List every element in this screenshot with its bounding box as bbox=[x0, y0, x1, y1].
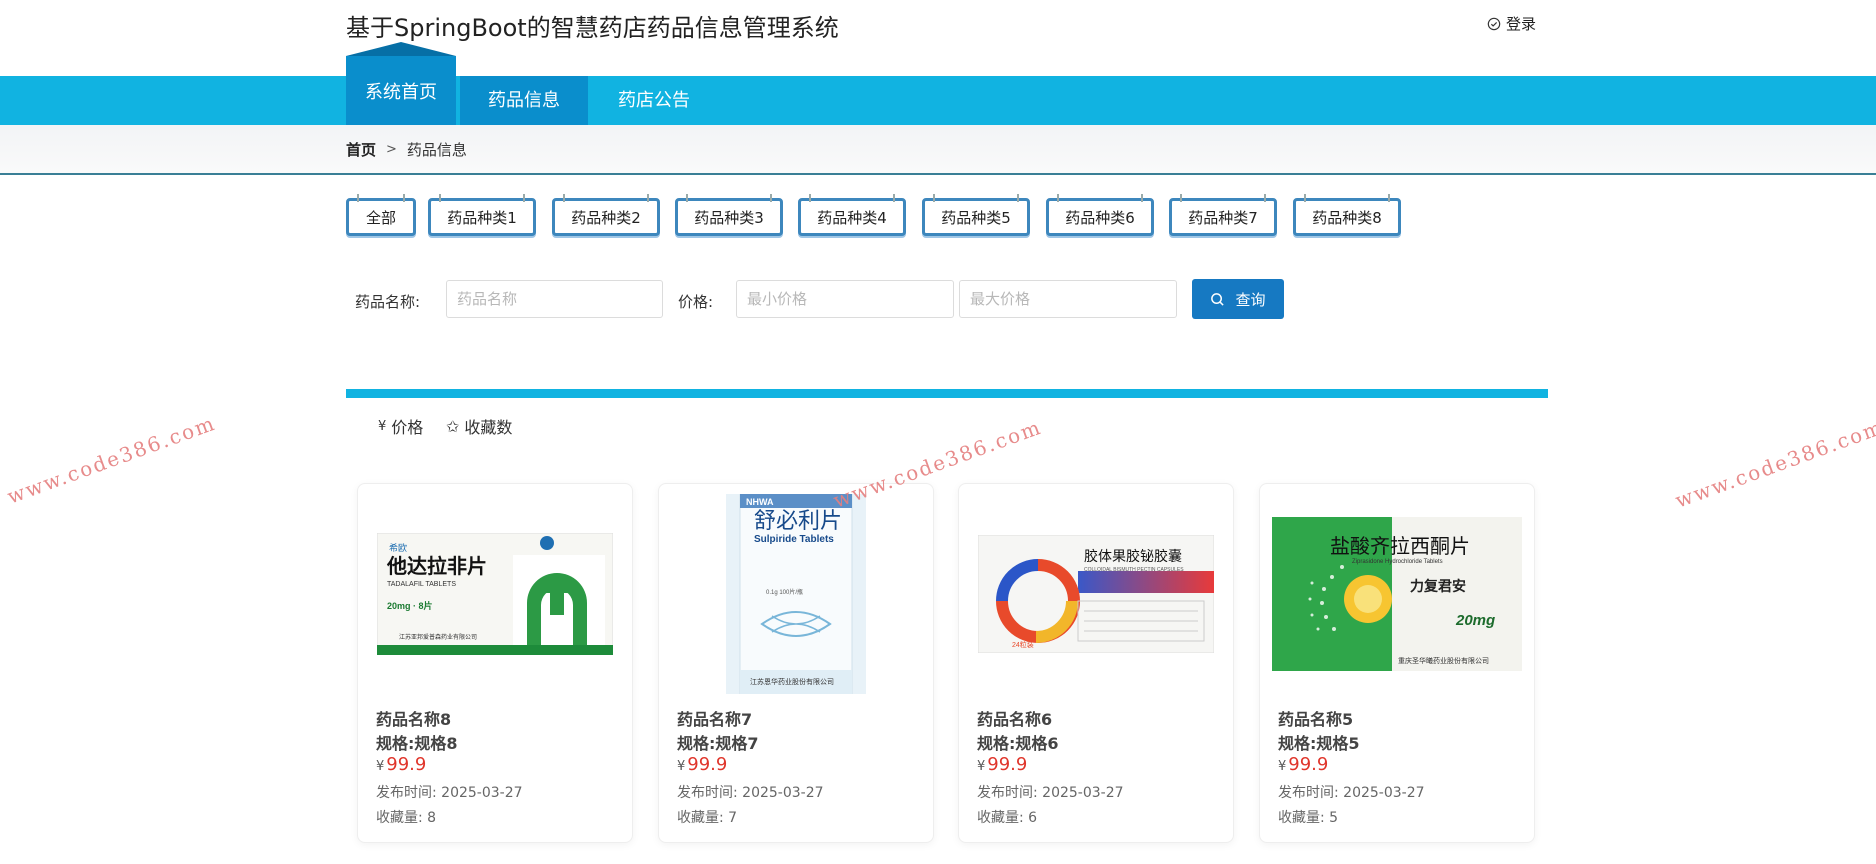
pack-title: 舒必利片 bbox=[754, 508, 842, 533]
breadcrumb-home[interactable]: 首页 bbox=[346, 139, 376, 160]
pack-maker: 重庆圣华曦药业股份有限公司 bbox=[1398, 656, 1489, 665]
nav-drug-info[interactable]: 药品信息 bbox=[460, 76, 588, 125]
category-1[interactable]: 药品种类1 bbox=[428, 194, 536, 236]
watermark: www.code386.com bbox=[4, 410, 219, 509]
login-label: 登录 bbox=[1506, 15, 1537, 33]
pack-brand: NHWA bbox=[746, 497, 774, 507]
product-name: 药品名称5 bbox=[1278, 710, 1354, 729]
pack-dose: 20mg · 8片 bbox=[387, 600, 433, 611]
star-icon: ✩ bbox=[446, 416, 460, 436]
medicine-box-image: 盐酸齐拉西酮片 Ziprasidone Hydrochloride Tablet… bbox=[1272, 517, 1522, 671]
category-6[interactable]: 药品种类6 bbox=[1046, 194, 1154, 236]
price-value: 99.9 bbox=[1288, 754, 1329, 775]
medicine-bottle-image: NHWA 舒必利片 Sulpiride Tablets 0.1g 100片/瓶 … bbox=[726, 494, 866, 694]
category-8[interactable]: 药品种类8 bbox=[1293, 194, 1401, 236]
product-favorites: 收藏量: 6 bbox=[977, 810, 1038, 826]
price-value: 99.9 bbox=[987, 754, 1028, 775]
yen-icon: ¥ bbox=[378, 418, 387, 434]
product-name: 药品名称6 bbox=[977, 710, 1053, 729]
breadcrumb-separator: > bbox=[386, 142, 397, 157]
product-favorites: 收藏量: 7 bbox=[677, 810, 738, 826]
category-7[interactable]: 药品种类7 bbox=[1169, 194, 1277, 236]
currency-symbol: ¥ bbox=[677, 759, 686, 774]
product-price: ¥99.9 bbox=[977, 754, 1027, 775]
pack-brand: 希欧 bbox=[389, 542, 407, 553]
sort-price-label: 价格 bbox=[391, 418, 424, 437]
min-price-input[interactable] bbox=[736, 280, 954, 318]
product-card[interactable]: 胶体果胶铋胶囊 COLLOIDAL BISMUTH PECTIN CAPSULE… bbox=[958, 483, 1234, 843]
currency-symbol: ¥ bbox=[1278, 759, 1287, 774]
product-price: ¥99.9 bbox=[677, 754, 727, 775]
nav-home[interactable]: 系统首页 bbox=[346, 56, 456, 125]
pack-subtitle: Ziprasidone Hydrochloride Tablets bbox=[1352, 559, 1443, 565]
currency-symbol: ¥ bbox=[376, 759, 385, 774]
product-spec: 规格:规格6 bbox=[977, 734, 1059, 753]
login-link[interactable]: 登录 bbox=[1487, 13, 1536, 34]
price-value: 99.9 bbox=[386, 754, 427, 775]
pack-title: 他达拉非片 bbox=[386, 554, 487, 578]
pack-maker: 江苏恩华药业股份有限公司 bbox=[750, 677, 834, 686]
product-name: 药品名称8 bbox=[376, 710, 452, 729]
product-image: 希欧 他达拉非片 TADALAFIL TABLETS 20mg · 8片 江苏亚… bbox=[368, 494, 622, 694]
pack-subtitle: TADALAFIL TABLETS bbox=[387, 581, 456, 588]
pack-brand: 力复君安 bbox=[1410, 578, 1466, 594]
sort-fav-label: 收藏数 bbox=[464, 418, 513, 437]
product-image: NHWA 舒必利片 Sulpiride Tablets 0.1g 100片/瓶 … bbox=[669, 494, 923, 694]
product-date: 发布时间: 2025-03-27 bbox=[1278, 785, 1425, 801]
product-spec: 规格:规格7 bbox=[677, 734, 759, 753]
list-divider bbox=[346, 389, 1548, 398]
product-date: 发布时间: 2025-03-27 bbox=[677, 785, 824, 801]
medicine-box-image: 胶体果胶铋胶囊 COLLOIDAL BISMUTH PECTIN CAPSULE… bbox=[978, 535, 1214, 653]
price-value: 99.9 bbox=[687, 754, 728, 775]
pack-dose: 24粒装 bbox=[1012, 640, 1034, 649]
product-card[interactable]: 盐酸齐拉西酮片 Ziprasidone Hydrochloride Tablet… bbox=[1259, 483, 1535, 843]
product-spec: 规格:规格5 bbox=[1278, 734, 1360, 753]
product-date: 发布时间: 2025-03-27 bbox=[376, 785, 523, 801]
search-button[interactable]: 查询 bbox=[1192, 279, 1284, 319]
product-card[interactable]: NHWA 舒必利片 Sulpiride Tablets 0.1g 100片/瓶 … bbox=[658, 483, 934, 843]
product-price: ¥99.9 bbox=[376, 754, 426, 775]
sort-by-favorites[interactable]: ✩ 收藏数 bbox=[446, 414, 512, 438]
product-image: 胶体果胶铋胶囊 COLLOIDAL BISMUTH PECTIN CAPSULE… bbox=[969, 494, 1223, 694]
product-date: 发布时间: 2025-03-27 bbox=[977, 785, 1124, 801]
nav-notice[interactable]: 药店公告 bbox=[596, 76, 712, 125]
pack-title: 胶体果胶铋胶囊 bbox=[1084, 548, 1182, 564]
drug-name-input[interactable] bbox=[446, 280, 663, 318]
product-name: 药品名称7 bbox=[677, 710, 753, 729]
pack-title: 盐酸齐拉西酮片 bbox=[1330, 535, 1470, 558]
product-favorites: 收藏量: 8 bbox=[376, 810, 437, 826]
search-icon bbox=[1211, 292, 1225, 306]
check-circle-icon bbox=[1487, 17, 1501, 30]
category-3[interactable]: 药品种类3 bbox=[675, 194, 783, 236]
category-4[interactable]: 药品种类4 bbox=[798, 194, 906, 236]
category-all[interactable]: 全部 bbox=[346, 194, 416, 236]
category-2[interactable]: 药品种类2 bbox=[552, 194, 660, 236]
product-spec: 规格:规格8 bbox=[376, 734, 458, 753]
breadcrumb-current: 药品信息 bbox=[406, 141, 467, 159]
category-5[interactable]: 药品种类5 bbox=[922, 194, 1030, 236]
main-nav: 系统首页 药品信息 药店公告 bbox=[0, 56, 1876, 125]
product-card[interactable]: 希欧 他达拉非片 TADALAFIL TABLETS 20mg · 8片 江苏亚… bbox=[357, 483, 633, 843]
product-favorites: 收藏量: 5 bbox=[1278, 810, 1339, 826]
product-price: ¥99.9 bbox=[1278, 754, 1328, 775]
breadcrumb-bar: 首页 > 药品信息 bbox=[0, 125, 1876, 175]
watermark: www.code386.com bbox=[1672, 414, 1876, 513]
sort-by-price[interactable]: ¥ 价格 bbox=[378, 414, 423, 438]
pack-dose: 0.1g 100片/瓶 bbox=[766, 588, 803, 596]
currency-symbol: ¥ bbox=[977, 759, 986, 774]
pack-maker: 江苏亚邦爱普森药业有限公司 bbox=[399, 633, 477, 641]
price-label: 价格: bbox=[678, 293, 714, 311]
medicine-box-image: 希欧 他达拉非片 TADALAFIL TABLETS 20mg · 8片 江苏亚… bbox=[377, 533, 613, 655]
drug-name-label: 药品名称: bbox=[355, 293, 421, 311]
pack-dose: 20mg bbox=[1455, 612, 1495, 629]
pack-subtitle: Sulpiride Tablets bbox=[754, 534, 834, 545]
product-image: 盐酸齐拉西酮片 Ziprasidone Hydrochloride Tablet… bbox=[1270, 494, 1524, 694]
search-button-label: 查询 bbox=[1235, 290, 1266, 309]
pack-subtitle: COLLOIDAL BISMUTH PECTIN CAPSULES bbox=[1084, 567, 1184, 573]
max-price-input[interactable] bbox=[959, 280, 1177, 318]
site-title: 基于SpringBoot的智慧药店药品信息管理系统 bbox=[346, 14, 839, 42]
breadcrumb: 首页 > 药品信息 bbox=[346, 139, 467, 160]
